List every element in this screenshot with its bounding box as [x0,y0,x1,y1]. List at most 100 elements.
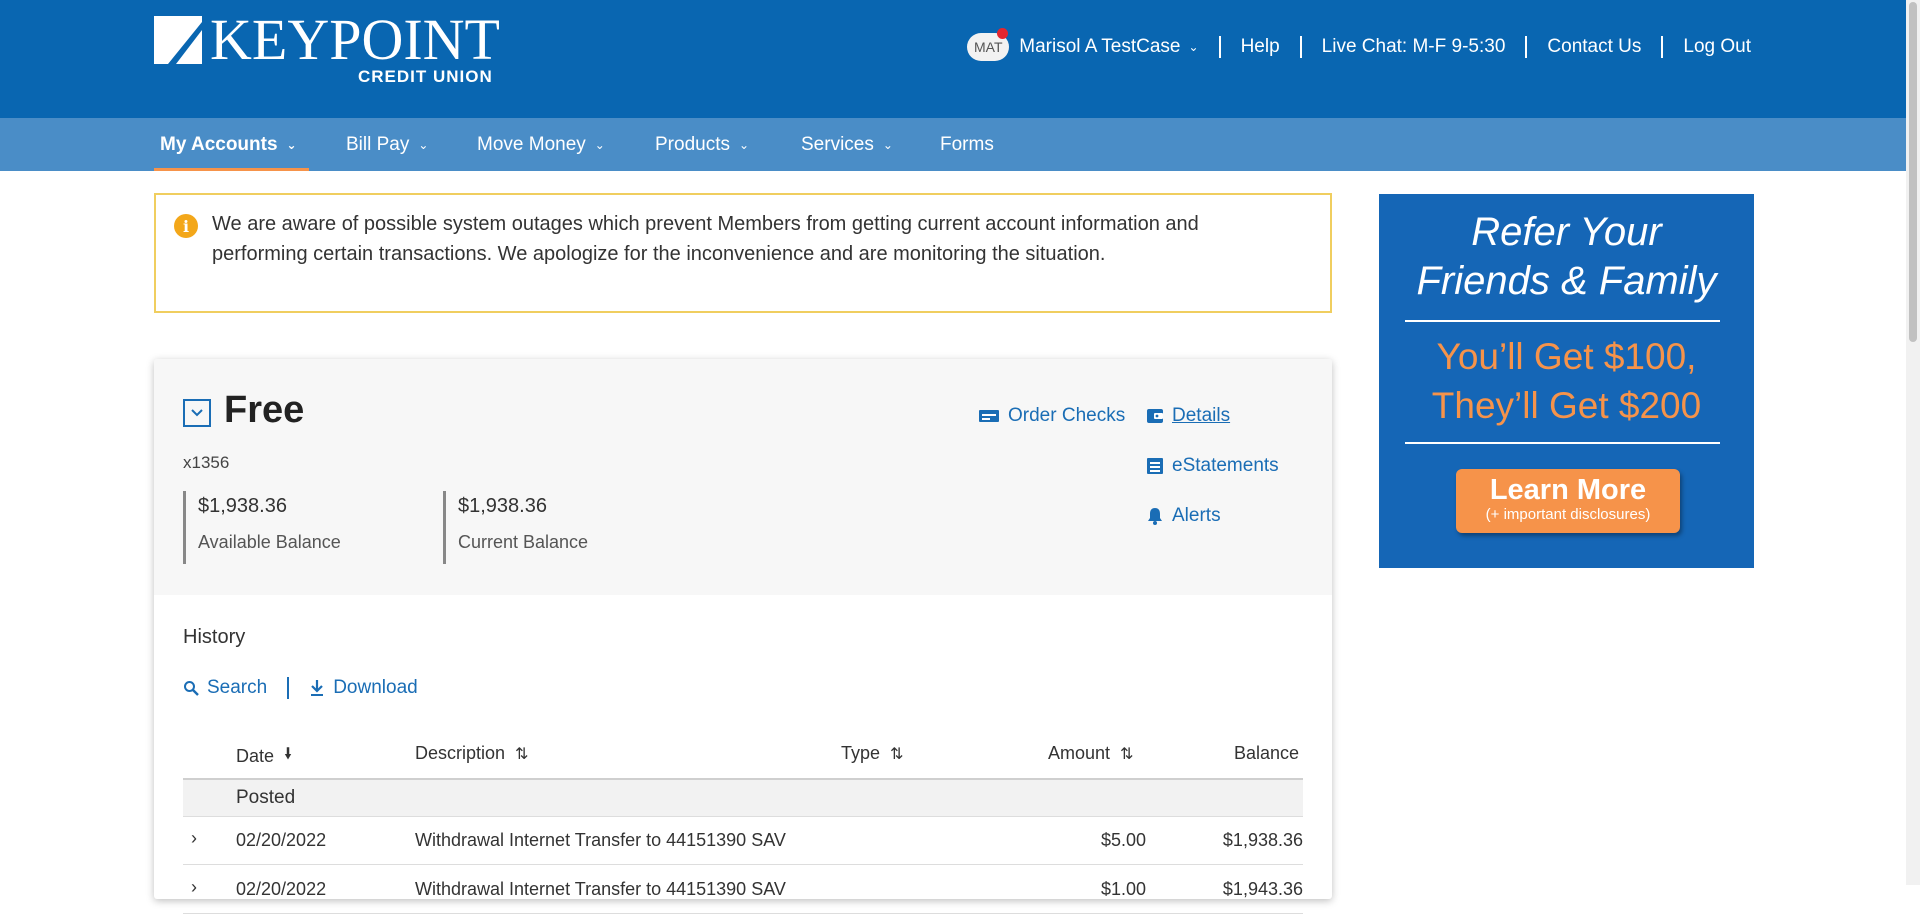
row-balance: $1,938.36 [1222,830,1303,850]
download-link[interactable]: Download [309,677,418,699]
ad-offer-line1: You’ll Get $100, [1436,336,1697,377]
current-balance-label: Current Balance [458,532,589,552]
nav-forms[interactable]: Forms [940,118,994,171]
current-balance: $1,938.36 Current Balance [443,491,588,564]
available-balance-amount: $1,938.36 [198,495,287,517]
page-scrollbar[interactable] [1906,0,1920,885]
table-row[interactable]: › 02/20/2022 Withdrawal Internet Transfe… [183,816,1303,865]
learn-more-label: Learn More [1489,474,1647,506]
col-label: Type [841,743,881,763]
ad-divider [1405,442,1720,444]
search-link[interactable]: Search [183,677,267,699]
brand-subtitle: CREDIT UNION [358,67,493,86]
nav-label: Forms [940,133,994,155]
learn-more-button[interactable]: Learn More (+ important disclosures) [1456,469,1680,533]
log-out-link[interactable]: Log Out [1683,36,1751,58]
wallet-icon [1147,409,1163,423]
available-balance-label: Available Balance [198,532,341,552]
col-description-header[interactable]: Description ⇅ [415,743,528,764]
estatements-link[interactable]: eStatements [1146,455,1279,477]
group-label: Posted [236,787,296,808]
col-date-header[interactable]: Date 🠛 [236,743,292,770]
order-checks-link[interactable]: Order Checks [978,405,1125,427]
nav-bill-pay[interactable]: Bill Pay ⌄ [346,118,428,171]
ad-offer: You’ll Get $100, They’ll Get $200 [1379,332,1754,430]
nav-products[interactable]: Products ⌄ [655,118,749,171]
sort-icon: ⇅ [1120,745,1134,763]
alerts-link[interactable]: Alerts [1146,505,1221,527]
account-summary: Free x1356 $1,938.36 Available Balance $… [154,359,1332,595]
col-type-header[interactable]: Type ⇅ [841,743,903,764]
divider [287,677,290,699]
row-description: Withdrawal Internet Transfer to 44151390… [415,879,786,899]
collapse-toggle-button[interactable] [183,399,211,427]
row-amount: $5.00 [1100,830,1146,850]
col-label: Amount [1048,743,1111,763]
bell-icon [1148,508,1162,525]
row-description: Withdrawal Internet Transfer to 44151390… [415,830,786,850]
nav-label: Products [655,133,730,155]
chevron-down-icon [191,409,203,417]
divider [1299,36,1302,58]
nav-label: Move Money [477,133,586,155]
chevron-down-icon: ⌄ [418,137,429,152]
divider [1218,36,1221,58]
account-number: x1356 [183,453,230,472]
chevron-down-icon: ⌄ [738,137,750,152]
col-label: Description [415,743,506,763]
row-balance: $1,943.36 [1222,879,1303,899]
document-icon [1147,458,1163,474]
details-link[interactable]: Details [1146,405,1230,427]
account-card: Free x1356 $1,938.36 Available Balance $… [154,359,1332,914]
chevron-right-icon[interactable]: › [191,828,197,849]
details-label: Details [1172,405,1231,426]
chevron-down-icon: ⌄ [286,137,297,152]
main-nav: My Accounts ⌄ Bill Pay ⌄ Move Money ⌄ Produ… [0,118,1906,171]
contact-us-link[interactable]: Contact Us [1547,36,1641,58]
logo-mark-icon [154,16,202,64]
user-menu-button[interactable]: Marisol A TestCase ⌄ [1019,36,1198,58]
info-icon: i [174,214,198,238]
table-row[interactable]: › 02/20/2022 Withdrawal Internet Transfe… [183,865,1303,914]
chevron-down-icon: ⌄ [882,137,893,152]
divider [1661,36,1664,58]
current-balance-amount: $1,938.36 [458,495,547,517]
posted-group-row: Posted [183,780,1303,817]
history-actions: Search Download [183,677,418,699]
ad-headline-line1: Refer Your [1471,210,1662,254]
row-date: 02/20/2022 [236,879,327,899]
nav-move-money[interactable]: Move Money ⌄ [477,118,605,171]
nav-my-accounts[interactable]: My Accounts ⌄ [160,118,297,171]
search-icon [184,681,199,696]
nav-services[interactable]: Services ⌄ [801,118,893,171]
brand-name: KEYPOINT [210,7,500,72]
col-amount-header[interactable]: Amount ⇅ [1048,743,1133,764]
nav-label: Services [801,133,874,155]
col-label: Balance [1234,743,1300,763]
nav-label: My Accounts [160,133,278,155]
scrollbar-thumb[interactable] [1909,2,1917,342]
download-icon [311,680,324,696]
history-title: History [183,626,246,648]
ad-offer-line2: They’ll Get $200 [1431,385,1702,426]
avatar[interactable]: MAT [967,28,1010,61]
keypoint-logo[interactable]: KEYPOINT CREDIT UNION [154,10,514,86]
referral-ad-banner[interactable]: Refer Your Friends & Family You’ll Get $… [1379,194,1754,568]
chevron-down-icon: ⌄ [1188,40,1199,54]
col-label: Date [236,746,275,766]
help-link[interactable]: Help [1241,36,1280,58]
ad-divider [1405,320,1720,322]
download-label: Download [333,677,418,698]
active-nav-indicator [154,168,309,171]
col-balance-header: Balance [1234,743,1299,764]
available-balance: $1,938.36 Available Balance [183,491,341,564]
estatements-label: eStatements [1172,455,1279,476]
live-chat-link[interactable]: Live Chat: M-F 9-5:30 [1322,36,1506,58]
site-header: KEYPOINT CREDIT UNION MAT Marisol A Test… [0,0,1906,118]
sort-icon: ⇅ [515,745,529,763]
row-amount: $1.00 [1100,879,1146,899]
search-label: Search [207,677,268,698]
chevron-right-icon[interactable]: › [191,877,197,898]
learn-more-sublabel: (+ important disclosures) [1485,506,1651,523]
alerts-label: Alerts [1172,505,1221,526]
